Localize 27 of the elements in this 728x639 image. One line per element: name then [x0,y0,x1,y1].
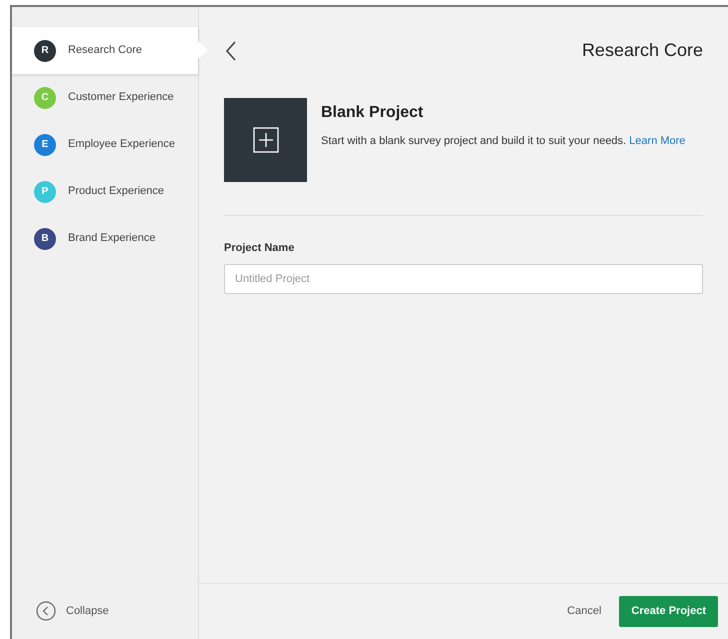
project-name-field[interactable]: Untitled Project [224,264,703,294]
template-tile[interactable] [224,98,307,182]
sidebar-item-label: Brand Experience [68,231,156,246]
sidebar-item[interactable]: P Product Experience [12,168,198,215]
template-description: Start with a blank survey project and build it to suit your needs. Learn More [321,134,686,149]
product-logo-icon: E [34,134,56,156]
back-button[interactable] [224,40,238,62]
product-logo-icon: P [34,180,56,202]
sidebar-item[interactable]: B Brand Experience [12,215,198,262]
sidebar-item-label: Customer Experience [68,90,174,106]
sidebar-item-label: Research Core [68,43,142,58]
chevron-left-circle-icon [36,601,56,621]
cancel-button[interactable]: Cancel [567,603,602,620]
collapse-button[interactable]: Collapse [12,583,198,639]
plus-square-icon [252,127,278,153]
field-label: Project Name [224,241,296,256]
product-logo-icon: C [34,86,56,108]
sidebar-item-label: Employee Experience [68,137,176,152]
product-logo-icon: R [34,40,56,62]
sidebar-item[interactable]: C Customer Experience [12,74,198,121]
sidebar-item-label: Product Experience [68,184,164,200]
create-project-button[interactable]: Create Project [619,596,718,627]
product-logo-icon: B [34,228,56,250]
template-title: Blank Project [321,103,424,123]
sidebar-item[interactable]: E Employee Experience [12,121,198,168]
learn-more-link[interactable]: Learn More [629,135,686,147]
page-title: Research Core [582,39,703,62]
